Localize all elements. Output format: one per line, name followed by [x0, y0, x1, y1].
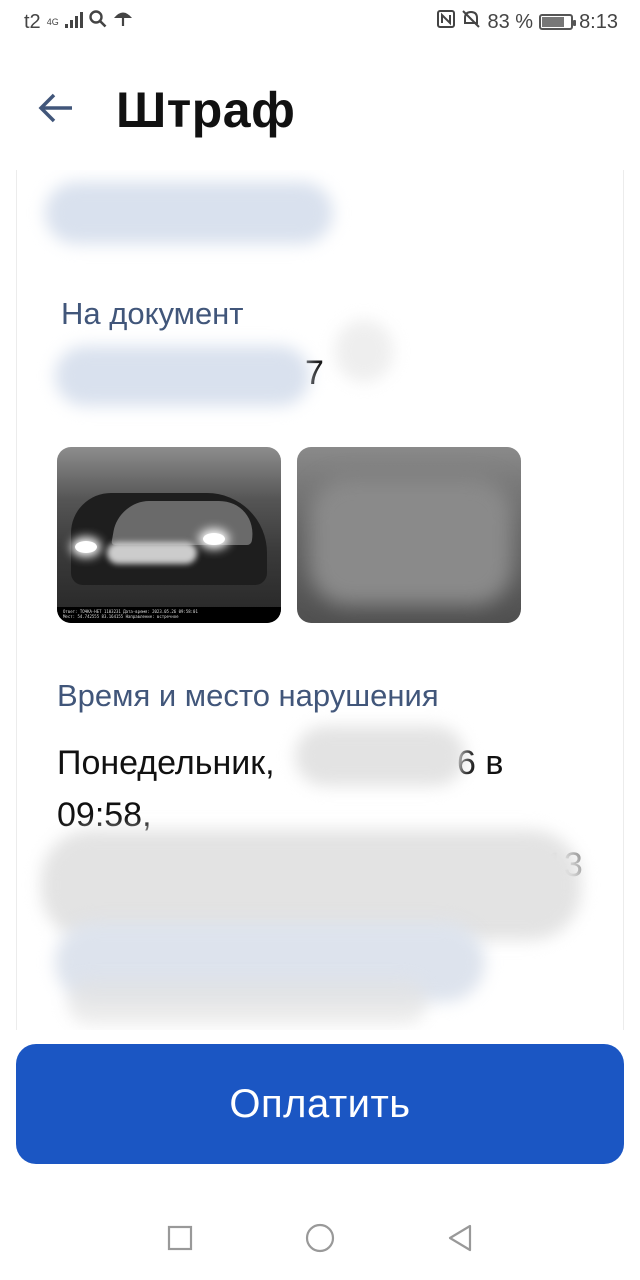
arrow-left-icon [38, 93, 74, 128]
search-icon [89, 10, 107, 34]
car-window [111, 501, 259, 545]
square-icon [167, 1225, 193, 1256]
pay-button[interactable]: Оплатить [16, 1044, 624, 1164]
circle-icon [305, 1223, 335, 1258]
document-label: На документ [61, 296, 244, 331]
redacted-top-blur [45, 182, 333, 244]
status-right: 83 % 8:13 [437, 9, 618, 35]
headlight-right [203, 533, 225, 545]
bell-off-icon [461, 9, 481, 35]
signal-icon [64, 11, 83, 34]
system-back-button[interactable] [440, 1220, 480, 1260]
recents-button[interactable] [160, 1220, 200, 1260]
violation-line1-prefix: Понедельник, [57, 744, 275, 782]
redacted-date-blur [295, 726, 465, 786]
redacted-document-blur [55, 346, 310, 406]
home-button[interactable] [300, 1220, 340, 1260]
battery-icon [539, 14, 577, 30]
violation-photo-car[interactable]: Ответ: ТОЧКА-НЕТ 1103231 Дата-время: 202… [57, 447, 281, 623]
battery-fill [542, 17, 565, 27]
car-shape [71, 493, 267, 585]
headlight-left [75, 541, 97, 553]
status-left: t2 4G [24, 10, 133, 34]
photo-caption-line-2: Мест: 54.742555 83.164155 Направление: в… [63, 614, 179, 619]
triangle-back-icon [446, 1224, 474, 1257]
app-header: Штраф [0, 70, 640, 150]
system-nav-bar [0, 1200, 640, 1280]
page-title: Штраф [116, 82, 296, 138]
fine-details-card: На документ 7 Ответ: ТОЧКА-НЕТ 1103231 Д… [16, 170, 624, 1030]
carrier-label: t2 [24, 10, 41, 33]
redacted-coordinates-blur-2 [67, 980, 427, 1024]
status-bar: t2 4G 83 % 8:13 [0, 0, 640, 44]
violation-photo-plate[interactable] [297, 447, 521, 623]
photo-caption: Ответ: ТОЧКА-НЕТ 1103231 Дата-время: 202… [57, 607, 281, 623]
back-button[interactable] [30, 84, 82, 136]
plate-blur [107, 542, 197, 564]
violation-label: Время и место нарушения [57, 678, 439, 713]
umbrella-icon [113, 10, 133, 34]
battery-percent: 83 % [487, 10, 534, 33]
redacted-document-blur-2 [335, 320, 393, 382]
clock: 8:13 [579, 10, 618, 33]
redacted-plate-blur [309, 477, 513, 605]
network-type: 4G [46, 16, 59, 27]
nfc-icon [437, 10, 456, 34]
